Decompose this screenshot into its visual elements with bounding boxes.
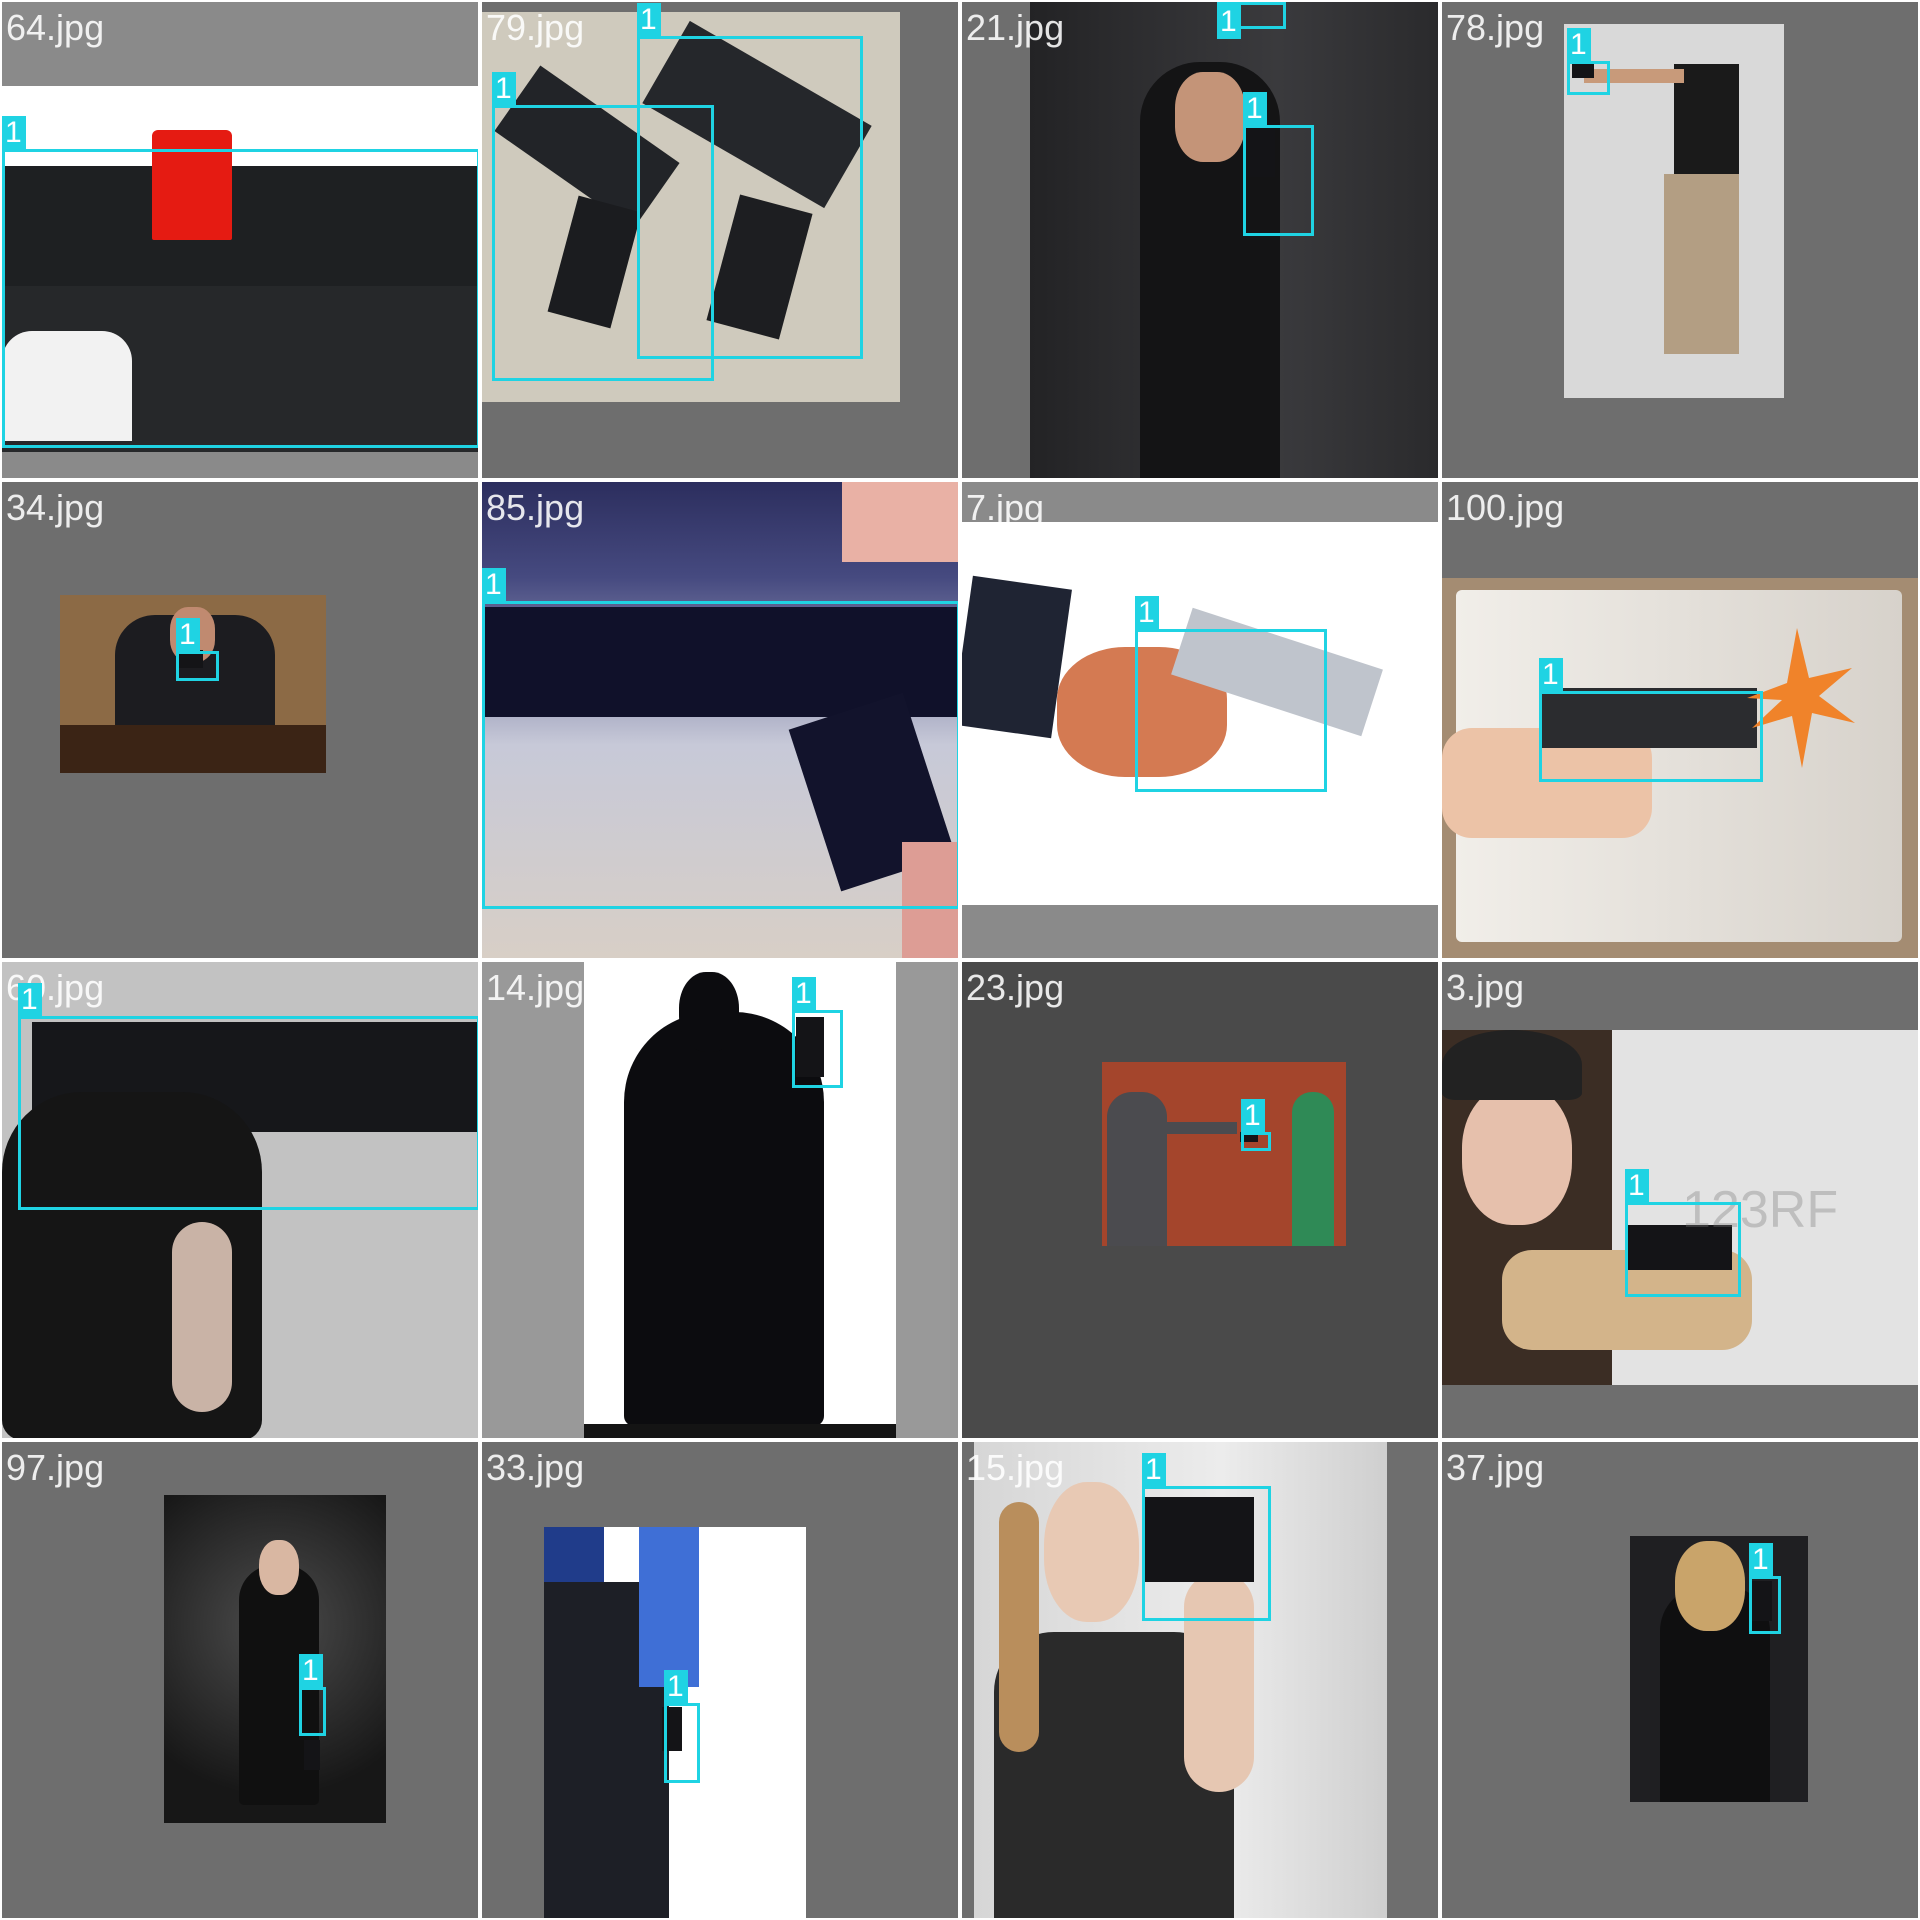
detection-class-label: 1 bbox=[1625, 1169, 1649, 1203]
detection-box: 1 bbox=[664, 1670, 700, 1783]
tile-filename: 21.jpg bbox=[966, 7, 1065, 48]
tile-filename: 97.jpg bbox=[6, 1447, 105, 1488]
mosaic-tile-37[interactable]: 37.jpg 1 bbox=[1440, 1440, 1920, 1920]
stock-footer-bar bbox=[584, 1424, 896, 1438]
detection-box: 1 bbox=[1539, 658, 1763, 782]
detection-class-label: 1 bbox=[2, 116, 26, 150]
tile-filename: 15.jpg bbox=[966, 1447, 1065, 1488]
tile-filename: 34.jpg bbox=[6, 487, 105, 528]
detection-box: 1 bbox=[2, 116, 478, 448]
helmet-shape bbox=[1442, 1030, 1582, 1100]
detection-class-label: 1 bbox=[1142, 1453, 1166, 1487]
detection-mosaic-grid: 64.jpg 1 79.jpg 1 1 21.jpg 1 1 78.jpg 1 … bbox=[0, 0, 1920, 1920]
mosaic-tile-23[interactable]: 23.jpg 1 bbox=[960, 960, 1440, 1440]
finger-shape bbox=[842, 482, 958, 562]
mosaic-tile-3[interactable]: 123RF 3.jpg 1 bbox=[1440, 960, 1920, 1440]
detection-box: 1 bbox=[1217, 2, 1286, 39]
mosaic-tile-15[interactable]: 15.jpg 1 bbox=[960, 1440, 1440, 1920]
detection-box: 1 bbox=[1142, 1453, 1271, 1621]
silhouette-head-shape bbox=[679, 972, 739, 1052]
braid-shape bbox=[999, 1502, 1039, 1752]
detection-box: 1 bbox=[299, 1654, 326, 1736]
detection-box: 1 bbox=[1241, 1099, 1271, 1151]
detection-box: 1 bbox=[1567, 28, 1610, 95]
woman-face-shape bbox=[1175, 72, 1245, 162]
detection-class-label: 1 bbox=[792, 977, 816, 1011]
tile-filename: 14.jpg bbox=[486, 967, 585, 1008]
mosaic-tile-60[interactable]: 60.jpg 1 bbox=[0, 960, 480, 1440]
mosaic-tile-34[interactable]: 34.jpg 1 bbox=[0, 480, 480, 960]
detection-class-label: 1 bbox=[637, 3, 661, 37]
detection-class-label: 1 bbox=[482, 568, 506, 602]
woman-face-shape bbox=[1462, 1085, 1572, 1225]
finger-shape bbox=[172, 1222, 232, 1412]
detection-box: 1 bbox=[482, 568, 958, 909]
tile-filename: 3.jpg bbox=[1446, 967, 1525, 1008]
muzzle-flash-shape bbox=[1747, 628, 1855, 768]
arm-shape bbox=[1157, 1122, 1237, 1134]
tile-filename: 78.jpg bbox=[1446, 7, 1545, 48]
woman-face-shape bbox=[259, 1540, 299, 1595]
detection-class-label: 1 bbox=[1243, 92, 1267, 126]
detection-class-label: 1 bbox=[664, 1670, 688, 1704]
pistol-shape bbox=[304, 1740, 320, 1770]
tile-image bbox=[1102, 1062, 1346, 1246]
mosaic-tile-33[interactable]: 33.jpg 1 bbox=[480, 1440, 960, 1920]
tile-filename: 100.jpg bbox=[1446, 487, 1565, 528]
shirt-shape bbox=[544, 1527, 604, 1587]
mosaic-tile-21[interactable]: 21.jpg 1 1 bbox=[960, 0, 1440, 480]
detection-class-label: 1 bbox=[299, 1654, 323, 1688]
woman-hair-shape bbox=[1675, 1541, 1745, 1631]
mosaic-tile-100[interactable]: 100.jpg 1 bbox=[1440, 480, 1920, 960]
detection-class-label: 1 bbox=[176, 618, 200, 652]
detection-box: 1 bbox=[637, 3, 863, 359]
victim-man-shape bbox=[1292, 1092, 1334, 1246]
detection-box: 1 bbox=[1135, 596, 1327, 792]
detection-class-label: 1 bbox=[1567, 28, 1591, 62]
sleeve-shape bbox=[962, 575, 1072, 739]
detection-box: 1 bbox=[18, 983, 478, 1210]
tile-image bbox=[1030, 2, 1438, 478]
detection-class-label: 1 bbox=[1135, 596, 1159, 630]
detection-class-label: 1 bbox=[1217, 5, 1241, 39]
tile-filename: 79.jpg bbox=[486, 7, 585, 48]
mosaic-tile-64[interactable]: 64.jpg 1 bbox=[0, 0, 480, 480]
detection-class-label: 1 bbox=[18, 983, 42, 1017]
tile-image bbox=[1630, 1536, 1808, 1802]
mosaic-tile-7[interactable]: 7.jpg 1 bbox=[960, 480, 1440, 960]
hooded-man-shape bbox=[1107, 1092, 1167, 1246]
mosaic-tile-78[interactable]: 78.jpg 1 bbox=[1440, 0, 1920, 480]
tile-filename: 7.jpg bbox=[966, 487, 1045, 528]
detection-box: 1 bbox=[176, 618, 219, 681]
detection-box: 1 bbox=[1749, 1543, 1781, 1634]
tile-image bbox=[164, 1495, 386, 1823]
tile-filename: 23.jpg bbox=[966, 967, 1065, 1008]
man-legs-shape bbox=[1664, 174, 1739, 354]
tile-filename: 85.jpg bbox=[486, 487, 585, 528]
detection-box: 1 bbox=[1243, 92, 1314, 236]
table-shape bbox=[60, 725, 326, 773]
tile-filename: 64.jpg bbox=[6, 7, 105, 48]
mosaic-tile-97[interactable]: 97.jpg 1 bbox=[0, 1440, 480, 1920]
tile-filename: 37.jpg bbox=[1446, 1447, 1545, 1488]
detection-box: 1 bbox=[792, 977, 843, 1088]
tile-image bbox=[584, 962, 896, 1438]
sleeve-shape bbox=[639, 1527, 699, 1687]
detection-box: 1 bbox=[1625, 1169, 1741, 1297]
detection-class-label: 1 bbox=[1749, 1543, 1773, 1577]
mosaic-tile-79[interactable]: 79.jpg 1 1 bbox=[480, 0, 960, 480]
mosaic-tile-14[interactable]: 14.jpg 1 bbox=[480, 960, 960, 1440]
detection-class-label: 1 bbox=[1241, 1099, 1265, 1133]
detection-class-label: 1 bbox=[492, 72, 516, 106]
detection-class-label: 1 bbox=[1539, 658, 1563, 692]
woman-face-shape bbox=[1044, 1482, 1139, 1622]
mosaic-tile-85[interactable]: 85.jpg 1 bbox=[480, 480, 960, 960]
tile-filename: 33.jpg bbox=[486, 1447, 585, 1488]
